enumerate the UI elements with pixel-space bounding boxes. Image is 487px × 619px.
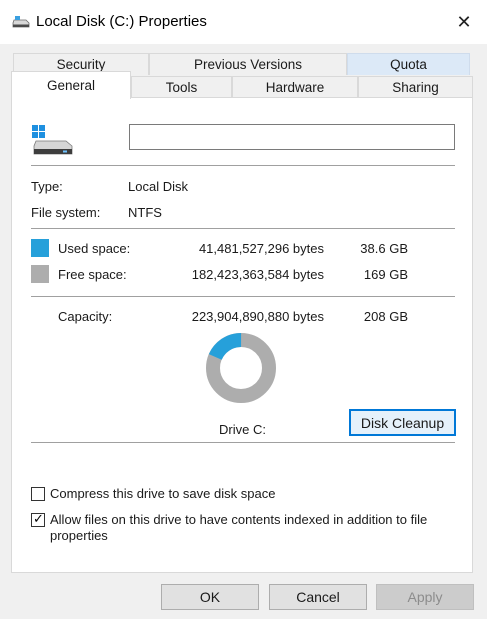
type-label: Type:: [31, 179, 63, 194]
free-space-size: 169 GB: [363, 267, 408, 282]
index-option[interactable]: ✓ Allow files on this drive to have cont…: [31, 512, 441, 544]
index-label: Allow files on this drive to have conten…: [50, 512, 428, 543]
file-system-label: File system:: [31, 205, 101, 220]
divider: [31, 442, 455, 443]
title-bar: Local Disk (C:) Properties ✕: [0, 0, 487, 44]
tab-hardware[interactable]: Hardware: [232, 76, 358, 98]
capacity-label: Capacity:: [58, 309, 113, 324]
general-panel: Type: Local Disk File system: NTFS Used …: [11, 97, 473, 573]
usage-donut-chart: [205, 333, 276, 403]
close-icon: ✕: [456, 11, 472, 32]
tab-sharing[interactable]: Sharing: [358, 76, 473, 98]
used-space-bytes: 41,481,527,296 bytes: [198, 241, 324, 256]
tab-quota[interactable]: Quota: [347, 53, 470, 75]
used-space-swatch: [31, 239, 49, 257]
free-space-bytes: 182,423,363,584 bytes: [191, 267, 324, 282]
type-value: Local Disk: [128, 179, 188, 194]
apply-button[interactable]: Apply: [376, 584, 474, 610]
divider: [31, 228, 455, 229]
tab-general[interactable]: General: [11, 71, 131, 99]
free-space-label: Free space:: [58, 267, 127, 282]
properties-dialog: Local Disk (C:) Properties ✕ Security Pr…: [0, 0, 487, 619]
capacity-bytes: 223,904,890,880 bytes: [191, 309, 324, 324]
disk-cleanup-button[interactable]: Disk Cleanup: [349, 409, 456, 436]
ok-button[interactable]: OK: [161, 584, 259, 610]
cancel-button[interactable]: Cancel: [269, 584, 367, 610]
close-button[interactable]: ✕: [441, 0, 487, 44]
used-space-label: Used space:: [58, 241, 131, 256]
divider: [31, 165, 455, 166]
compress-checkbox[interactable]: [31, 487, 45, 501]
drive-icon: [12, 16, 30, 28]
window-title: Local Disk (C:) Properties: [36, 13, 207, 30]
drive-name-input[interactable]: [129, 124, 455, 150]
check-icon: ✓: [33, 511, 44, 526]
compress-label: Compress this drive to save disk space: [50, 486, 276, 501]
file-system-value: NTFS: [128, 205, 162, 220]
capacity-size: 208 GB: [363, 309, 408, 324]
divider: [31, 296, 455, 297]
free-space-swatch: [31, 265, 49, 283]
tab-previous-versions[interactable]: Previous Versions: [149, 53, 347, 75]
local-disk-icon: [32, 125, 73, 155]
compress-option[interactable]: Compress this drive to save disk space: [31, 486, 275, 502]
index-checkbox[interactable]: ✓: [31, 511, 45, 527]
drive-label: Drive C:: [219, 422, 266, 437]
used-space-size: 38.6 GB: [360, 241, 408, 256]
tab-tools[interactable]: Tools: [131, 76, 232, 98]
